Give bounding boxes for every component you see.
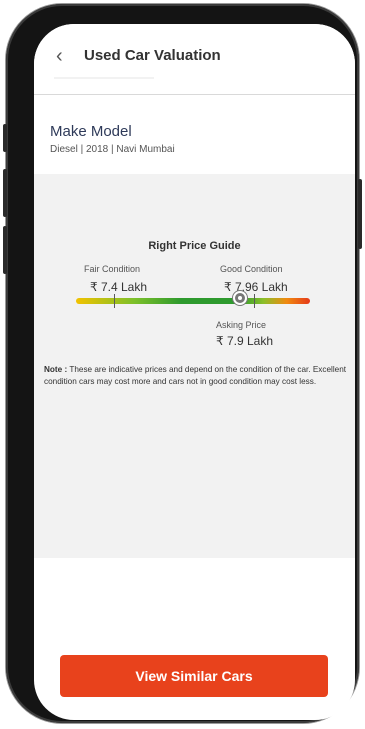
price-range-bar (76, 291, 310, 308)
asking-price-label: Asking Price (216, 320, 267, 330)
price-guide-panel: Right Price Guide Fair Condition Good Co… (34, 174, 355, 558)
asking-price-value: ₹ 7.9 Lakh (216, 334, 274, 348)
valuation-note: Note : These are indicative prices and d… (44, 364, 347, 387)
car-summary: Make Model Diesel | 2018 | Navi Mumbai (34, 95, 355, 174)
fair-condition-label: Fair Condition (84, 264, 141, 274)
divider (54, 77, 154, 79)
side-button (3, 124, 7, 152)
side-button (3, 226, 7, 274)
price-guide-title: Right Price Guide (148, 240, 241, 252)
good-price-tick (254, 294, 255, 308)
fair-condition-price: ₹ 7.4 Lakh (90, 280, 148, 294)
chevron-left-icon[interactable]: ‹ (56, 46, 63, 66)
price-gradient-bar (76, 298, 310, 304)
app-screen: ‹ Used Car Valuation Make Model Diesel |… (34, 24, 355, 720)
note-text: These are indicative prices and depend o… (44, 365, 347, 386)
side-button (358, 179, 362, 249)
asking-price-pin-icon (233, 291, 247, 305)
view-similar-cars-button[interactable]: View Similar Cars (60, 655, 328, 697)
fair-price-tick (114, 294, 115, 308)
note-prefix: Note : (44, 365, 68, 374)
car-model-name: Make Model (50, 123, 132, 140)
phone-frame: ‹ Used Car Valuation Make Model Diesel |… (3, 4, 362, 723)
side-button (3, 169, 7, 217)
good-condition-price: ₹ 7.96 Lakh (224, 280, 288, 294)
car-meta: Diesel | 2018 | Navi Mumbai (50, 144, 175, 155)
app-bar: ‹ Used Car Valuation (34, 24, 355, 95)
page-title: Used Car Valuation (84, 47, 221, 64)
good-condition-label: Good Condition (220, 264, 283, 274)
